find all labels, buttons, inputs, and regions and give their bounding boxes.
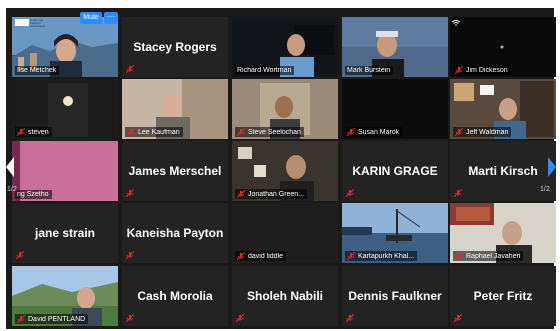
participant-name-label: ng Szetho — [15, 190, 52, 199]
participant-name-label: Jonathan Green... — [235, 189, 308, 199]
participant-tile-steve-seelochan[interactable]: Steve Seelochan — [232, 79, 338, 139]
muted-mic-icon — [454, 314, 462, 322]
muted-mic-icon — [126, 65, 134, 73]
muted-mic-icon — [127, 128, 135, 136]
muted-mic-icon — [126, 189, 134, 197]
participant-name: jane strain — [34, 226, 96, 240]
mute-button[interactable]: Mute — [80, 12, 102, 24]
participant-name: Dennis Faulkner — [348, 289, 442, 303]
participant-tile-jeff-waldman[interactable]: Jeff Waldman — [450, 79, 556, 139]
participant-name-label: Steve Seelochan — [235, 127, 304, 137]
participant-tile-mark-burstein[interactable]: Mark Burstein — [342, 17, 448, 77]
muted-mic-icon — [346, 189, 354, 197]
participant-tile-sholeh-nabili[interactable]: Sholeh Nabili — [232, 266, 338, 326]
participant-tile-richard-wortman[interactable]: Richard Wortman — [232, 17, 338, 77]
participant-name-label: Richard Wortman — [235, 66, 295, 75]
logo-text: California Fashion Association — [30, 18, 46, 28]
participant-tile-jane-strain[interactable]: jane strain — [12, 203, 118, 263]
muted-mic-icon — [17, 315, 25, 323]
participant-name: Kaneisha Payton — [126, 226, 224, 240]
participant-tile-szetho[interactable]: ng Szetho — [12, 141, 118, 201]
participant-name: Sholeh Nabili — [246, 289, 323, 303]
muted-mic-icon — [455, 128, 463, 136]
participant-tile-dennis-faulkner[interactable]: Dennis Faulkner — [342, 266, 448, 326]
participant-tile-david-liddle[interactable]: david liddle — [232, 203, 338, 263]
muted-mic-icon — [347, 252, 355, 260]
muted-mic-icon — [455, 252, 463, 260]
participant-tile-jim-dickeson[interactable]: Jim Dickeson — [450, 17, 556, 77]
participant-name: KARIN GRAGE — [352, 164, 438, 178]
muted-mic-icon — [236, 314, 244, 322]
participant-tile-james-merschel[interactable]: James Merschel — [122, 141, 228, 201]
participant-tile-kartapurkh-khal[interactable]: Kartapurkh Khal... — [342, 203, 448, 263]
participant-name-label: David PENTLAND — [15, 314, 89, 324]
previous-page-arrow-icon[interactable] — [4, 155, 16, 179]
muted-mic-icon — [455, 66, 463, 74]
muted-mic-icon — [126, 251, 134, 259]
participant-name-label: Susan Marok — [345, 127, 403, 137]
participant-tile-kaneisha-payton[interactable]: Kaneisha Payton — [122, 203, 228, 263]
participant-tile-david-pentland[interactable]: David PENTLAND — [12, 266, 118, 326]
more-options-button[interactable]: ··· — [104, 12, 118, 24]
participant-name-label: Lee Kaufman — [125, 127, 183, 137]
page-indicator-left: 1/2 — [7, 186, 17, 193]
participant-name-label: Raphael Javaheri — [453, 251, 524, 261]
participant-name-label: david liddle — [235, 251, 287, 261]
participant-tile-raphael-javaheri[interactable]: Raphael Javaheri — [450, 203, 556, 263]
participant-tile-stacey-rogers[interactable]: Stacey Rogers — [122, 17, 228, 77]
participant-tile-karin-grage[interactable]: KARIN GRAGE — [342, 141, 448, 201]
participant-tile-peter-fritz[interactable]: Peter Fritz — [450, 266, 556, 326]
wifi-icon — [452, 20, 460, 26]
participant-name-label: Ilse Metchek — [15, 66, 60, 75]
next-page-arrow-icon[interactable] — [546, 155, 558, 179]
muted-mic-icon — [16, 251, 24, 259]
participant-tile-jonathan-green[interactable]: Jonathan Green... — [232, 141, 338, 201]
participant-name: James Merschel — [128, 164, 222, 178]
muted-mic-icon — [237, 128, 245, 136]
page-indicator-right: 1/2 — [540, 186, 550, 193]
participant-tile-susan-marok[interactable]: Susan Marok — [342, 79, 448, 139]
participant-name-label: Jeff Waldman — [453, 127, 512, 137]
muted-mic-icon — [126, 314, 134, 322]
participant-tile-ilse-metchek[interactable]: California Fashion Association Ilse Metc… — [12, 17, 118, 77]
muted-mic-icon — [346, 314, 354, 322]
muted-mic-icon — [347, 128, 355, 136]
participant-tile-lee-kaufman[interactable]: Lee Kaufman — [122, 79, 228, 139]
participant-tile-cash-morolia[interactable]: Cash Morolia — [122, 266, 228, 326]
participant-name: Cash Morolia — [137, 289, 213, 303]
participant-name-label: Mark Burstein — [345, 66, 394, 75]
muted-mic-icon — [237, 190, 245, 198]
participant-name-label: steven — [15, 127, 52, 137]
participant-name-label: Kartapurkh Khal... — [345, 251, 418, 261]
muted-mic-icon — [454, 189, 462, 197]
participant-name: Marti Kirsch — [468, 164, 538, 178]
muted-mic-icon — [17, 128, 25, 136]
muted-mic-icon — [237, 252, 245, 260]
participant-tile-steven[interactable]: steven — [12, 79, 118, 139]
participant-name-label: Jim Dickeson — [453, 65, 511, 75]
participant-name: Peter Fritz — [473, 289, 533, 303]
participant-name: Stacey Rogers — [133, 40, 217, 54]
